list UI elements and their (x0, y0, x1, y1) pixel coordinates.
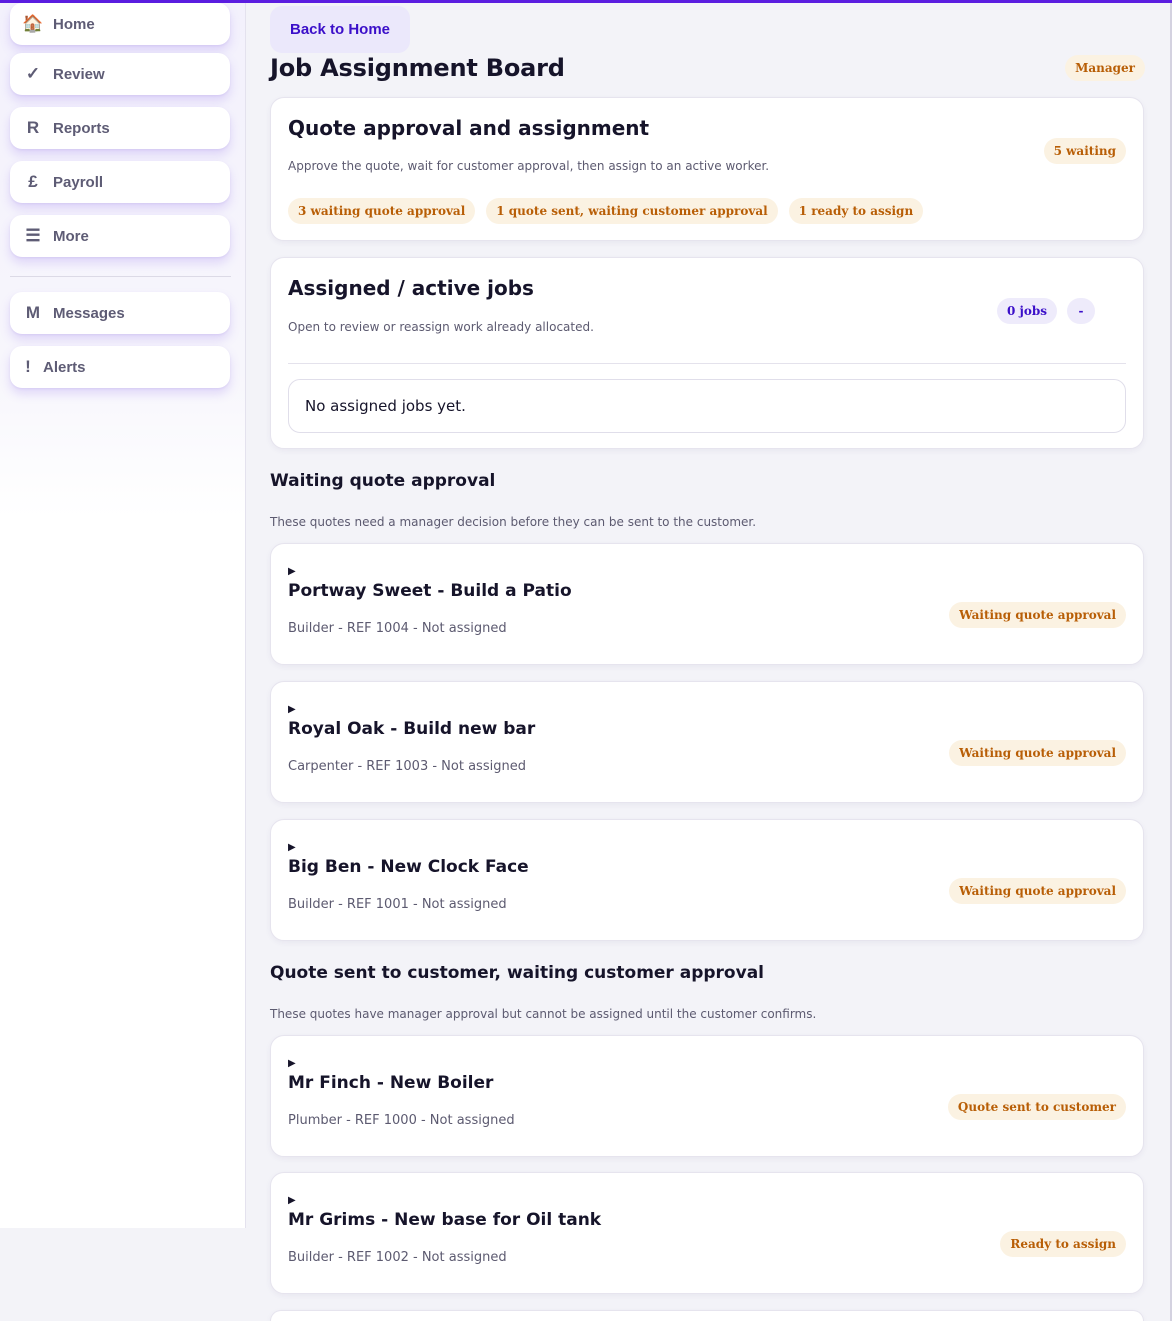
section-title: Waiting quote approval (270, 471, 496, 491)
empty-state: No assigned jobs yet. (288, 379, 1126, 433)
status-badge: Waiting quote approval (949, 878, 1126, 904)
menu-icon: ☰ (25, 226, 41, 245)
card-title: Assigned / active jobs (288, 276, 534, 300)
dash-badge: - (1067, 298, 1095, 324)
job-meta: Builder - REF 1002 - Not assigned (288, 1250, 507, 1265)
job-title: Mr Finch - New Boiler (288, 1073, 494, 1093)
job-title: Royal Oak - Build new bar (288, 719, 536, 739)
home-icon: 🏠 (22, 14, 44, 33)
sidebar-item-more[interactable]: ☰ More (10, 215, 230, 257)
check-icon: ✓ (25, 64, 41, 83)
jobs-count-badge: 0 jobs (996, 298, 1057, 324)
waiting-count-badge: 5 waiting (1043, 138, 1126, 164)
assigned-jobs-card: Assigned / active jobs Open to review or… (270, 257, 1144, 449)
job-title: Portway Sweet - Build a Patio (288, 581, 572, 601)
status-badge: Quote sent to customer (947, 1094, 1126, 1120)
job-card[interactable]: ▶ Big Ben - New Clock Face Builder - REF… (270, 819, 1144, 941)
section-title: Quote sent to customer, waiting customer… (270, 963, 764, 983)
expand-icon[interactable]: ▶ (288, 842, 296, 853)
expand-icon[interactable]: ▶ (288, 1195, 296, 1206)
sidebar-item-reports[interactable]: R Reports (10, 107, 230, 149)
status-chip[interactable]: 3 waiting quote approval (288, 198, 476, 224)
status-badge: Waiting quote approval (949, 602, 1126, 628)
reports-icon: R (26, 118, 40, 137)
job-title: Big Ben - New Clock Face (288, 857, 529, 877)
job-card[interactable]: ▶ Mr Grims - New base for Oil tank Build… (270, 1172, 1144, 1294)
sidebar: 🏠 Home ✓ Review R Reports £ Payroll ☰ Mo… (0, 3, 246, 1228)
sidebar-item-label: Alerts (43, 358, 86, 376)
section-description: These quotes need a manager decision bef… (270, 515, 757, 529)
card-divider (288, 363, 1126, 364)
pound-icon: £ (28, 172, 38, 191)
sidebar-item-label: Review (53, 65, 105, 83)
sidebar-item-label: Home (53, 15, 95, 33)
expand-icon[interactable]: ▶ (288, 566, 296, 577)
sidebar-item-alerts[interactable]: ! Alerts (10, 346, 230, 388)
job-title: Mr Grims - New base for Oil tank (288, 1210, 602, 1230)
status-chip-row: 3 waiting quote approval 1 quote sent, w… (288, 198, 924, 224)
quote-approval-card: Quote approval and assignment Approve th… (270, 97, 1144, 241)
job-meta: Carpenter - REF 1003 - Not assigned (288, 759, 526, 774)
sidebar-item-payroll[interactable]: £ Payroll (10, 161, 230, 203)
sidebar-item-review[interactable]: ✓ Review (10, 53, 230, 95)
back-to-home-button[interactable]: Back to Home (270, 6, 410, 53)
job-meta: Plumber - REF 1000 - Not assigned (288, 1113, 515, 1128)
card-description: Open to review or reassign work already … (288, 320, 594, 334)
job-meta: Builder - REF 1001 - Not assigned (288, 897, 507, 912)
job-card[interactable]: ▶ Portway Sweet - Build a Patio Builder … (270, 543, 1144, 665)
sidebar-item-messages[interactable]: M Messages (10, 292, 230, 334)
sidebar-item-label: Payroll (53, 173, 104, 191)
sidebar-item-label: Reports (53, 119, 110, 137)
status-chip[interactable]: 1 ready to assign (788, 198, 924, 224)
job-meta: Builder - REF 1004 - Not assigned (288, 621, 507, 636)
alert-icon: ! (25, 357, 31, 376)
job-card[interactable]: ▶ Mr Finch - New Boiler Plumber - REF 10… (270, 1035, 1144, 1157)
status-chip[interactable]: 1 quote sent, waiting customer approval (486, 198, 778, 224)
card-title: Quote approval and assignment (288, 116, 650, 140)
status-badge: Waiting quote approval (949, 740, 1126, 766)
sidebar-item-label: Messages (53, 304, 125, 322)
messages-icon: M (25, 303, 41, 322)
job-card[interactable]: ▶ Royal Oak - Build new bar Carpenter - … (270, 681, 1144, 803)
expand-icon[interactable]: ▶ (288, 704, 296, 715)
role-badge: Manager (1065, 55, 1145, 81)
sidebar-item-home[interactable]: 🏠 Home (10, 3, 230, 45)
section-description: These quotes have manager approval but c… (270, 1007, 817, 1021)
expand-icon[interactable]: ▶ (288, 1058, 296, 1069)
card-description: Approve the quote, wait for customer app… (288, 159, 770, 173)
job-card-partial[interactable] (270, 1310, 1144, 1321)
sidebar-item-label: More (53, 227, 89, 245)
sidebar-divider (10, 276, 231, 277)
status-badge: Ready to assign (1000, 1231, 1126, 1257)
page-title: Job Assignment Board (270, 54, 565, 82)
